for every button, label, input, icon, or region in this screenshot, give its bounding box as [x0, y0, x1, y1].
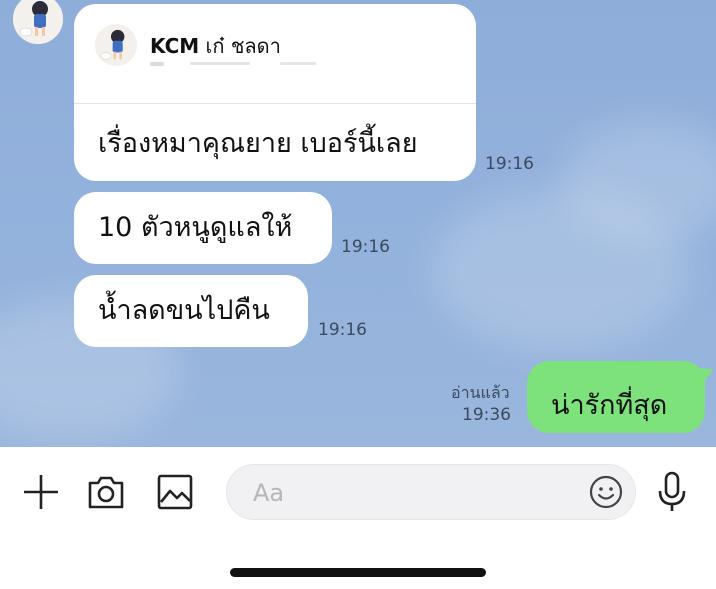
read-receipt: อ่านแล้ว	[451, 383, 510, 402]
chat-area[interactable]: เรื่องหมาคุณยาย เบอร์นี้เลย KCM เก๋ ชลดา…	[0, 0, 716, 447]
reply-snippet-blur	[150, 62, 316, 66]
camera-icon[interactable]	[86, 474, 126, 510]
message-text: เรื่องหมาคุณยาย เบอร์นี้เลย	[98, 128, 418, 159]
message-text: 10 ตัวหนูดูแลให้	[98, 212, 293, 243]
sent-message-bubble[interactable]: น่ารักที่สุด	[527, 360, 716, 433]
microphone-icon[interactable]	[657, 471, 687, 513]
sent-message-time: 19:36	[462, 405, 511, 425]
message-bubble[interactable]: น้ำลดขนไปคืน	[74, 275, 308, 347]
home-indicator[interactable]	[230, 568, 486, 577]
message-time: 19:16	[341, 237, 390, 257]
plus-icon[interactable]	[22, 473, 60, 511]
message-text: น้ำลดขนไปคืน	[98, 295, 270, 326]
message-time: 19:16	[318, 320, 367, 340]
message-toolbar: Aa	[0, 447, 716, 589]
bubble-tail	[692, 360, 716, 386]
reply-preview[interactable]: KCM เก๋ ชลดา	[74, 4, 476, 104]
reply-sender-detail: เก๋ ชลดา	[205, 34, 281, 58]
reply-sender-short: KCM	[150, 34, 200, 58]
emoji-icon[interactable]	[589, 475, 623, 509]
message-time: 19:16	[485, 154, 534, 174]
message-input[interactable]: Aa	[226, 464, 636, 520]
sender-avatar[interactable]	[13, 0, 63, 44]
sent-message-text: น่ารักที่สุด	[551, 390, 668, 421]
reply-sender-name: KCM เก๋ ชลดา	[150, 30, 281, 62]
image-icon[interactable]	[157, 474, 193, 510]
message-input-placeholder: Aa	[253, 479, 285, 507]
message-bubble[interactable]: 10 ตัวหนูดูแลให้	[74, 192, 332, 264]
reply-avatar	[95, 24, 137, 66]
